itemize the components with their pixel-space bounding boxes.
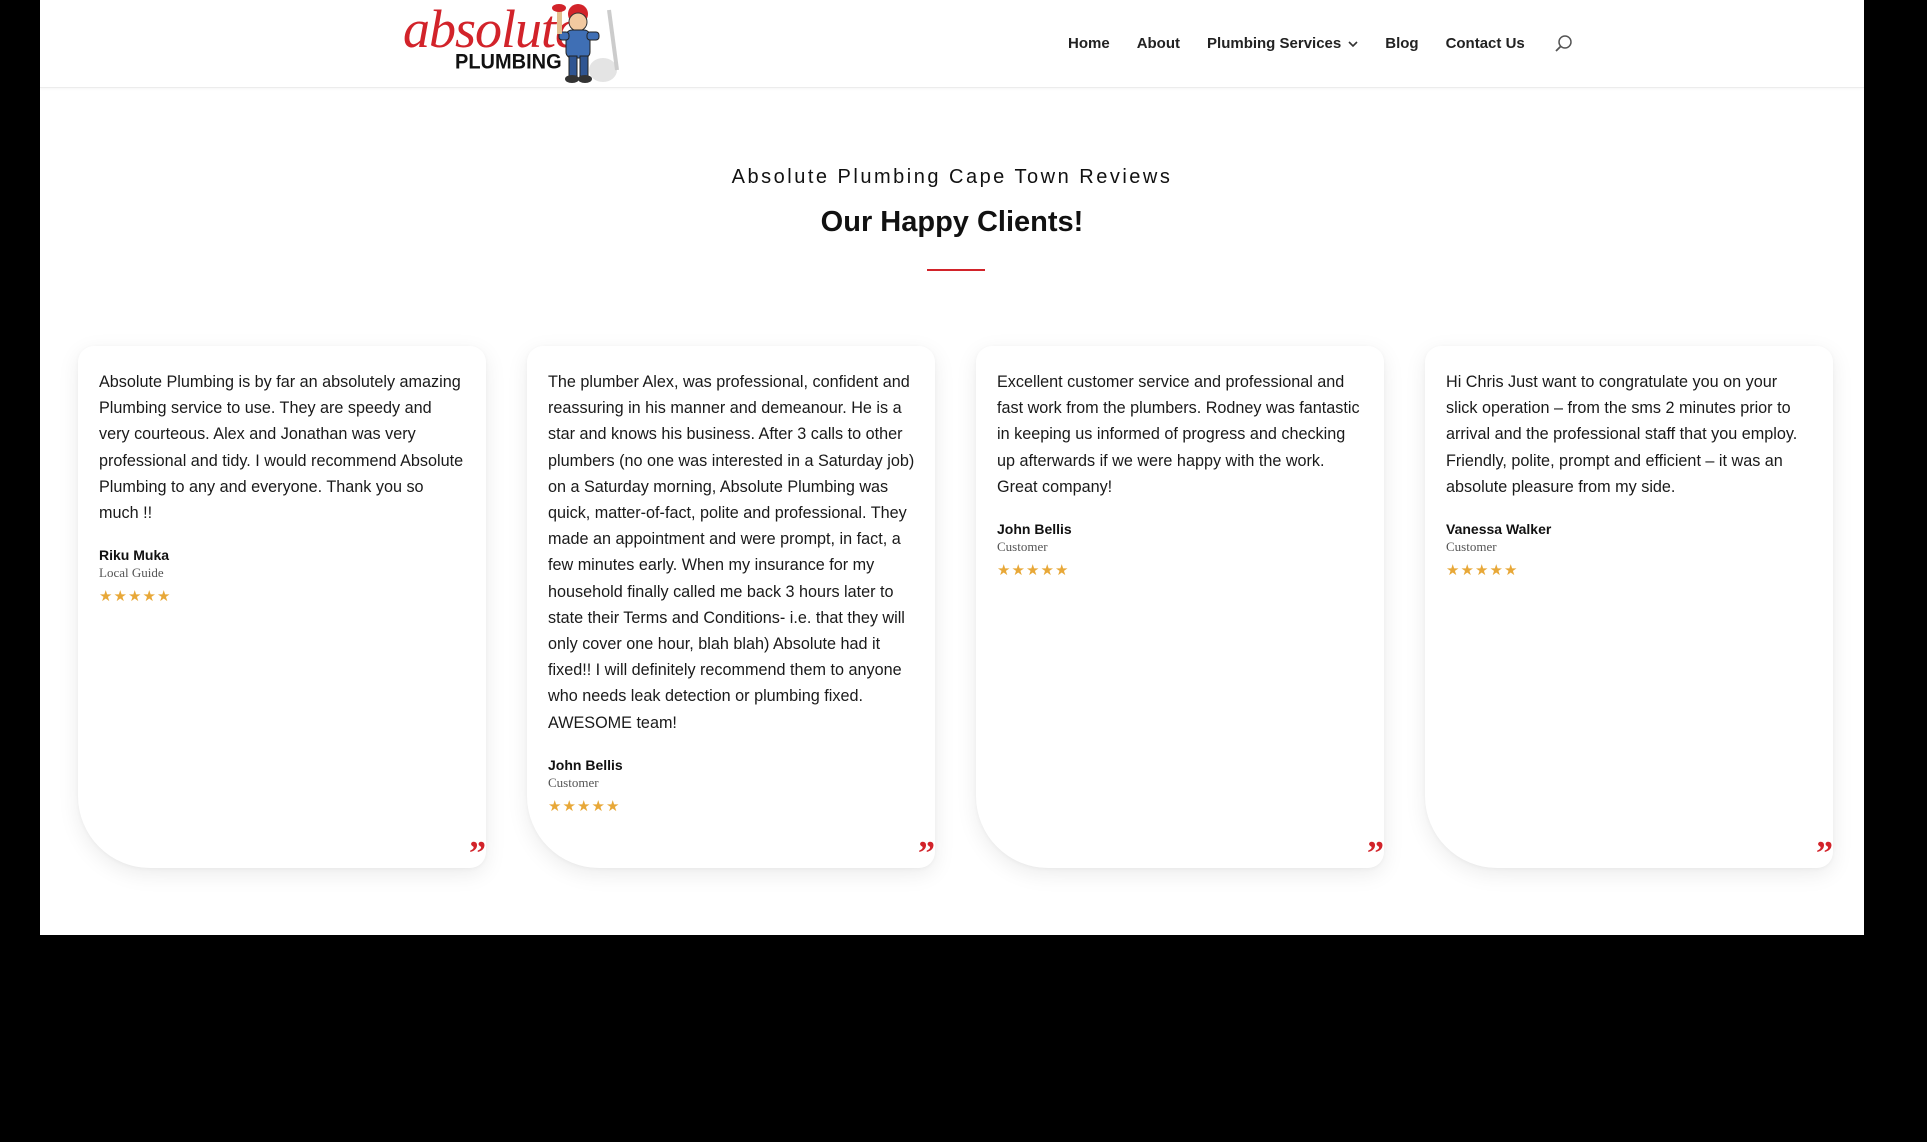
review-card: The plumber Alex, was professional, conf… [527,346,935,872]
review-card: Hi Chris Just want to congratulate you o… [1425,346,1833,872]
nav-contact-us-label: Contact Us [1445,35,1525,52]
nav-home[interactable]: Home [1068,35,1110,52]
section-eyebrow: Absolute Plumbing Cape Town Reviews [731,166,1173,188]
star-icon: ★ [99,588,113,606]
quote-icon: ” [469,835,486,872]
page: absolute PLUMBING Home About Plumbing Se… [40,0,1864,935]
reviewer-name: Vanessa Walker [1446,521,1552,538]
main-nav: Home About Plumbing Services Blog Contac… [1068,0,1574,87]
star-icon: ★ [1475,562,1489,580]
star-icon: ★ [577,797,591,815]
nav-blog[interactable]: Blog [1385,35,1418,52]
star-icon: ★ [128,588,142,606]
site-header: absolute PLUMBING Home About Plumbing Se… [40,0,1864,88]
review-card: Excellent customer service and professio… [976,346,1384,872]
quote-icon: ” [1816,835,1833,872]
review-text: The plumber Alex, was professional, conf… [548,373,915,732]
star-icon: ★ [113,588,127,606]
star-icon: ★ [1446,562,1460,580]
star-icon: ★ [1026,562,1040,580]
reviewer-role: Customer [997,539,1048,555]
nav-plumbing-services[interactable]: Plumbing Services [1207,35,1358,52]
nav-plumbing-services-label: Plumbing Services [1207,35,1342,52]
star-rating: ★ ★ ★ ★ ★ [1446,563,1813,578]
review-text: Absolute Plumbing is by far an absolutel… [99,373,464,523]
star-icon: ★ [1460,562,1474,580]
plumber-mascot-icon [552,4,619,83]
star-icon: ★ [157,588,171,606]
star-icon: ★ [548,797,562,815]
star-rating: ★ ★ ★ ★ ★ [99,589,466,604]
star-icon: ★ [1489,562,1503,580]
nav-contact-us[interactable]: Contact Us [1446,35,1525,52]
reviewer-role: Local Guide [99,565,164,581]
star-icon: ★ [562,797,576,815]
reviewer-role: Customer [548,774,599,790]
reviewer-name: John Bellis [997,521,1072,538]
nav-about-label: About [1136,35,1181,52]
quote-icon: ” [1367,835,1384,872]
star-rating: ★ ★ ★ ★ ★ [997,563,1364,578]
search-icon[interactable] [1554,34,1574,54]
review-text: Hi Chris Just want to congratulate you o… [1446,373,1798,496]
star-icon: ★ [1011,562,1025,580]
quote-icon: ” [918,835,935,872]
review-text: Excellent customer service and professio… [997,373,1360,496]
logo-block-text: PLUMBING [455,50,562,74]
star-icon: ★ [142,588,156,606]
nav-home-label: Home [1068,35,1110,52]
nav-about[interactable]: About [1137,35,1180,52]
site-logo[interactable]: absolute PLUMBING [403,0,623,86]
nav-blog-label: Blog [1385,35,1419,52]
chevron-down-icon [1348,40,1358,47]
section-title: Our Happy Clients! [820,206,1084,238]
review-card: Absolute Plumbing is by far an absolutel… [78,346,486,872]
star-icon: ★ [997,562,1011,580]
reviewer-role: Customer [1446,539,1497,555]
star-icon: ★ [606,797,620,815]
title-divider [927,269,985,271]
reviewer-name: John Bellis [548,756,623,773]
star-icon: ★ [1040,562,1054,580]
star-icon: ★ [1055,562,1069,580]
reviewer-name: Riku Muka [99,547,170,564]
star-icon: ★ [1504,562,1518,580]
star-icon: ★ [591,797,605,815]
star-rating: ★ ★ ★ ★ ★ [548,799,915,814]
